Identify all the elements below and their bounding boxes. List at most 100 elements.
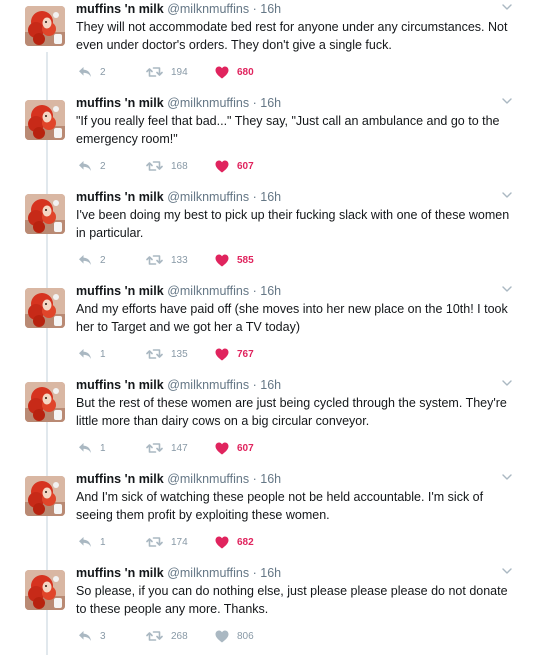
tweet-header: muffins 'n milk @milknmuffins · 16h	[76, 471, 281, 488]
heart-icon	[215, 630, 229, 642]
like-count: 607	[237, 442, 254, 454]
like-button[interactable]: 680	[215, 64, 254, 80]
avatar[interactable]	[25, 570, 65, 610]
retweet-button[interactable]: 268	[146, 628, 188, 644]
timestamp[interactable]: 16h	[260, 472, 281, 486]
retweet-icon	[146, 537, 163, 547]
display-name[interactable]: muffins 'n milk	[76, 378, 164, 392]
tweet[interactable]: muffins 'n milk @milknmuffins · 16h And …	[0, 470, 540, 563]
tweet-actions: 2 194 680	[78, 64, 378, 80]
timestamp[interactable]: 16h	[260, 284, 281, 298]
tweet[interactable]: muffins 'n milk @milknmuffins · 16h And …	[0, 282, 540, 375]
display-name[interactable]: muffins 'n milk	[76, 190, 164, 204]
reply-count: 1	[100, 442, 106, 454]
reply-button[interactable]: 2	[78, 252, 106, 268]
reply-icon	[79, 443, 91, 453]
like-button[interactable]: 585	[215, 252, 254, 268]
tweet[interactable]: muffins 'n milk @milknmuffins · 16h They…	[0, 0, 540, 93]
separator-dot: ·	[252, 96, 257, 110]
like-count: 607	[237, 160, 254, 172]
reply-count: 2	[100, 254, 106, 266]
display-name[interactable]: muffins 'n milk	[76, 472, 164, 486]
reply-button[interactable]: 2	[78, 158, 106, 174]
tweet-header: muffins 'n milk @milknmuffins · 16h	[76, 283, 281, 300]
user-handle[interactable]: @milknmuffins	[167, 96, 249, 110]
user-handle[interactable]: @milknmuffins	[167, 2, 249, 16]
retweet-count: 194	[171, 66, 188, 78]
tweet[interactable]: muffins 'n milk @milknmuffins · 16h "If …	[0, 94, 540, 187]
reply-button[interactable]: 1	[78, 346, 106, 362]
separator-dot: ·	[252, 566, 257, 580]
separator-dot: ·	[252, 190, 257, 204]
reply-icon	[79, 537, 91, 547]
display-name[interactable]: muffins 'n milk	[76, 566, 164, 580]
reply-icon	[79, 255, 91, 265]
like-button[interactable]: 806	[215, 628, 254, 644]
avatar[interactable]	[25, 382, 65, 422]
separator-dot: ·	[252, 378, 257, 392]
retweet-button[interactable]: 133	[146, 252, 188, 268]
timestamp[interactable]: 16h	[260, 190, 281, 204]
heart-icon	[215, 254, 229, 266]
tweet-text: But the rest of these women are just bei…	[76, 396, 507, 428]
like-button[interactable]: 607	[215, 440, 254, 456]
like-button[interactable]: 607	[215, 158, 254, 174]
retweet-button[interactable]: 194	[146, 64, 188, 80]
tweet[interactable]: muffins 'n milk @milknmuffins · 16h I've…	[0, 188, 540, 281]
avatar[interactable]	[25, 6, 65, 46]
reply-button[interactable]: 2	[78, 64, 106, 80]
retweet-icon	[146, 631, 163, 641]
tweet-text: I've been doing my best to pick up their…	[76, 208, 510, 240]
avatar[interactable]	[25, 288, 65, 328]
retweet-button[interactable]: 168	[146, 158, 188, 174]
retweet-count: 268	[171, 630, 188, 642]
chevron-down-icon[interactable]	[500, 470, 514, 484]
chevron-down-icon[interactable]	[500, 188, 514, 202]
display-name[interactable]: muffins 'n milk	[76, 2, 164, 16]
like-button[interactable]: 682	[215, 534, 254, 550]
tweet-text: So please, if you can do nothing else, j…	[76, 584, 508, 616]
display-name[interactable]: muffins 'n milk	[76, 284, 164, 298]
user-handle[interactable]: @milknmuffins	[167, 190, 249, 204]
timestamp[interactable]: 16h	[260, 96, 281, 110]
avatar[interactable]	[25, 476, 65, 516]
chevron-down-icon[interactable]	[500, 376, 514, 390]
tweet-text: "If you really feel that bad..." They sa…	[76, 114, 500, 146]
chevron-down-icon[interactable]	[500, 282, 514, 296]
separator-dot: ·	[252, 472, 257, 486]
timestamp[interactable]: 16h	[260, 378, 281, 392]
avatar[interactable]	[25, 194, 65, 234]
retweet-button[interactable]: 174	[146, 534, 188, 550]
reply-count: 1	[100, 348, 106, 360]
retweet-count: 147	[171, 442, 188, 454]
tweet-actions: 2 168 607	[78, 158, 378, 174]
tweet-header: muffins 'n milk @milknmuffins · 16h	[76, 1, 281, 18]
retweet-button[interactable]: 135	[146, 346, 188, 362]
reply-button[interactable]: 1	[78, 440, 106, 456]
timestamp[interactable]: 16h	[260, 2, 281, 16]
tweet-text: And I'm sick of watching these people no…	[76, 490, 484, 522]
chevron-down-icon[interactable]	[500, 94, 514, 108]
retweet-button[interactable]: 147	[146, 440, 188, 456]
tweet-actions: 1 135 767	[78, 346, 378, 362]
user-handle[interactable]: @milknmuffins	[167, 378, 249, 392]
tweet[interactable]: muffins 'n milk @milknmuffins · 16h But …	[0, 376, 540, 469]
reply-icon	[79, 631, 91, 641]
user-handle[interactable]: @milknmuffins	[167, 472, 249, 486]
reply-button[interactable]: 1	[78, 534, 106, 550]
like-button[interactable]: 767	[215, 346, 254, 362]
display-name[interactable]: muffins 'n milk	[76, 96, 164, 110]
reply-icon	[79, 67, 91, 77]
reply-count: 1	[100, 536, 106, 548]
chevron-down-icon[interactable]	[500, 564, 514, 578]
avatar[interactable]	[25, 100, 65, 140]
user-handle[interactable]: @milknmuffins	[167, 566, 249, 580]
user-handle[interactable]: @milknmuffins	[167, 284, 249, 298]
retweet-icon	[146, 443, 163, 453]
heart-icon	[215, 66, 229, 78]
retweet-count: 174	[171, 536, 188, 548]
timestamp[interactable]: 16h	[260, 566, 281, 580]
reply-button[interactable]: 3	[78, 628, 106, 644]
tweet[interactable]: muffins 'n milk @milknmuffins · 16h So p…	[0, 564, 540, 657]
chevron-down-icon[interactable]	[500, 0, 514, 14]
